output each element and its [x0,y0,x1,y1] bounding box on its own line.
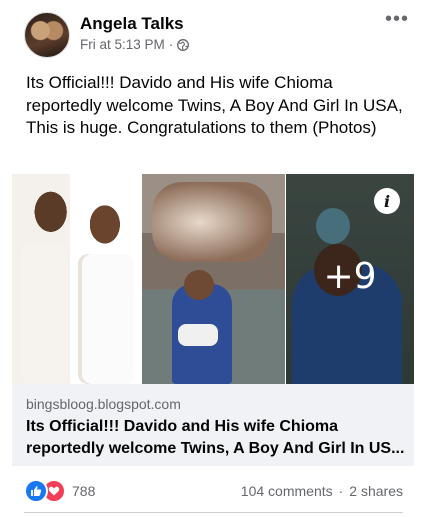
more-photos-count: +9 [323,256,377,297]
link-preview[interactable]: bingsbloog.blogspot.com Its Official!!! … [12,384,414,466]
link-domain: bingsbloog.blogspot.com [26,396,181,412]
post-time[interactable]: Fri at 5:13 PM [80,37,165,52]
engagement-stats: 104 comments · 2 shares [241,483,403,499]
author-name[interactable]: Angela Talks [80,14,184,34]
reactions-count: 788 [72,483,96,499]
post-media-grid[interactable]: +9 i [12,174,414,384]
link-title-line1: Its Official!!! Davido and His wife Chio… [26,418,339,435]
globe-icon [177,38,190,51]
divider [24,512,403,513]
comments-count[interactable]: 104 comments [241,483,333,499]
shares-count[interactable]: 2 shares [349,483,403,499]
link-title-line2: reportedly welcome Twins, A Boy And Girl… [26,440,405,457]
avatar[interactable] [24,12,70,58]
meta-separator: · [168,37,174,52]
photo-tile[interactable] [142,174,285,384]
like-icon [24,479,48,503]
stats-separator: · [338,483,344,499]
post-footer: 788 104 comments · 2 shares [24,478,403,504]
reactions-summary[interactable]: 788 [24,479,95,503]
photo-tile[interactable] [12,174,141,384]
post-header: Angela Talks Fri at 5:13 PM · ••• [24,9,415,60]
link-title: Its Official!!! Davido and His wife Chio… [26,416,406,460]
photo-tile-more[interactable]: +9 i [286,174,414,384]
more-icon[interactable]: ••• [385,9,409,29]
post-text: Its Official!!! Davido and His wife Chio… [26,73,403,137]
post-meta: Fri at 5:13 PM · [80,37,190,52]
info-icon[interactable]: i [374,188,400,214]
